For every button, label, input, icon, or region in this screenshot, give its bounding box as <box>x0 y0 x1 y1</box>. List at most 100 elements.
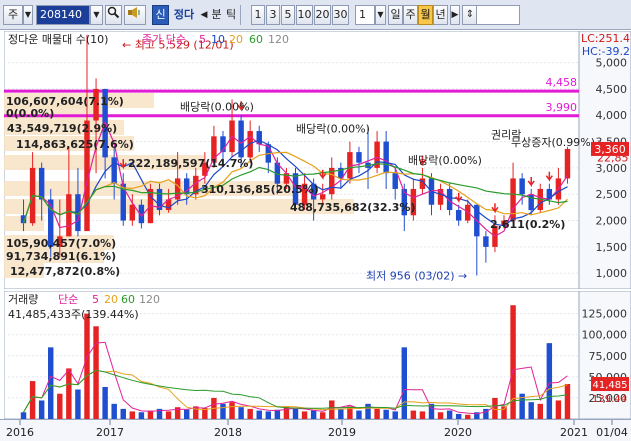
volume-bar <box>356 410 362 419</box>
volume-bar <box>138 412 145 419</box>
stock-name: 정다 <box>170 5 198 25</box>
volume-bar <box>501 406 507 419</box>
volume-chart-pane[interactable]: 125,000100,00075,00050,00025,000거래량단순520… <box>3 290 631 420</box>
volume-bar <box>374 408 380 419</box>
count-dropdown-icon[interactable]: ▼ <box>375 5 386 25</box>
volume-bar <box>57 393 63 419</box>
price-legend-period: 120 <box>268 33 289 46</box>
candle-body <box>319 194 326 200</box>
time-axis: 2016 2017 2018 2019 2020 2021 01/04 <box>0 419 631 441</box>
code-dropdown-icon[interactable]: ▼ <box>90 5 103 25</box>
candle-body <box>383 141 389 174</box>
volume-bar <box>229 402 235 419</box>
candle-body <box>66 194 72 237</box>
volume-bar <box>437 412 444 419</box>
speaker-glyph <box>128 7 140 18</box>
volume-legend-period: 5 <box>92 293 99 306</box>
volume-profile-label: 91,734,891(6.1%) <box>6 250 116 263</box>
volume-bar <box>129 411 136 419</box>
date-input[interactable] <box>476 5 520 25</box>
price-legend-title: 정다운 매물대 수(10) <box>8 33 108 46</box>
price-chart-pane[interactable]: 5,0004,5004,0003,5003,0002,5002,0001,500… <box>3 30 631 290</box>
volume-bar <box>301 411 308 419</box>
interval-10-button[interactable]: 10 <box>296 5 313 25</box>
volume-bar <box>38 400 45 419</box>
count-input[interactable]: 1 <box>355 5 375 25</box>
volume-bar <box>75 389 81 419</box>
volume-bar <box>338 408 344 419</box>
hc-label: HC:-39.2 <box>582 45 630 58</box>
candle-body <box>564 148 571 179</box>
candle-body <box>38 167 45 200</box>
interval-3-label: 3 <box>269 8 277 21</box>
interval-10-label: 10 <box>297 8 312 21</box>
volume-bar <box>365 403 371 419</box>
volume-tick-label: 125,000 <box>582 308 628 321</box>
price-legend-period: 60 <box>249 33 263 46</box>
volume-bar <box>84 313 90 419</box>
arrow-left-icon[interactable]: ◀ <box>199 5 209 25</box>
credit-button[interactable]: 신 <box>152 5 169 25</box>
interval-20-button[interactable]: 20 <box>314 5 331 25</box>
price-chart-svg: 5,0004,5004,0003,5003,0002,5002,0001,500… <box>3 30 631 290</box>
period-week-button[interactable]: 주 <box>403 5 418 25</box>
volume-legend-period: 20 <box>104 293 118 306</box>
count-value: 1 <box>359 8 366 21</box>
resistance-label-lower: 3,990 <box>546 101 578 114</box>
volume-chart-svg: 125,000100,00075,00050,00025,000거래량단순520… <box>3 290 631 420</box>
interval-5-button[interactable]: 5 <box>281 5 295 25</box>
volume-tick-label: 100,000 <box>582 329 628 342</box>
interval-1-button[interactable]: 1 <box>251 5 265 25</box>
volume-bar <box>183 409 190 419</box>
volume-tick-label: 75,000 <box>589 350 628 363</box>
period-month-button[interactable]: 월 <box>418 5 433 25</box>
volume-profile-label: 114,863,625(7.6%) <box>16 138 134 151</box>
volume-profile-label: 0(0.0%) <box>6 107 54 120</box>
period-year-label: 년 <box>435 8 446 21</box>
volume-profile-label: 2,611(0.2%) <box>490 218 565 231</box>
price-tick-label: 4,500 <box>596 83 628 96</box>
stock-code-input[interactable]: 208140 <box>36 5 90 25</box>
dividend-label-2017: 배당락(0.00%) <box>180 101 254 114</box>
volume-bar <box>20 412 27 419</box>
current-price-label: 3,360 <box>594 143 626 156</box>
market-label: 주 <box>7 8 19 21</box>
market-dropdown-icon[interactable]: ▼ <box>23 5 33 25</box>
volume-bar <box>48 347 54 419</box>
volume-bar <box>66 368 72 419</box>
market-select[interactable]: 주 <box>3 5 23 25</box>
candle-body <box>129 204 136 221</box>
arrow-right-icon[interactable]: ▶ <box>450 5 460 25</box>
time-axis-label: 2018 <box>214 426 242 439</box>
volume-bar <box>120 408 126 419</box>
interval-1-label: 1 <box>254 8 262 21</box>
price-tick-label: 5,000 <box>596 57 628 70</box>
volume-profile-label: 488,735,682(32.3%) <box>290 201 415 214</box>
tick-button[interactable]: 틱 <box>224 5 238 25</box>
interval-3-button[interactable]: 3 <box>266 5 280 25</box>
price-legend-period: 5 <box>199 33 206 46</box>
volume-bar <box>555 400 562 419</box>
period-day-button[interactable]: 일 <box>388 5 403 25</box>
volume-bar <box>256 410 262 419</box>
volume-bar <box>392 411 398 419</box>
interval-30-button[interactable]: 30 <box>332 5 349 25</box>
price-tick-label: 2,500 <box>596 188 628 201</box>
candle-body <box>528 194 534 211</box>
price-legend-period: 20 <box>229 33 243 46</box>
volume-profile-label: 43,549,719(2.9%) <box>7 122 117 135</box>
volume-bar <box>410 410 417 419</box>
current-volume-ratio: 139.44 <box>592 394 627 405</box>
lc-label: LC:251.4 <box>581 32 630 45</box>
period-year-button[interactable]: 년 <box>433 5 448 25</box>
speaker-icon[interactable] <box>124 5 146 25</box>
stock-name-text: 정다 <box>173 8 195 21</box>
price-tick-label: 2,000 <box>596 215 628 228</box>
bonus-issue-label: 무상증자(0.99%) <box>511 136 595 149</box>
period-week-label: 주 <box>405 8 416 21</box>
volume-bar <box>310 410 317 419</box>
split-button[interactable]: 분 <box>209 5 224 25</box>
candle-body <box>455 210 462 221</box>
search-icon[interactable] <box>105 5 122 25</box>
price-tick-label: 4,000 <box>596 109 628 122</box>
